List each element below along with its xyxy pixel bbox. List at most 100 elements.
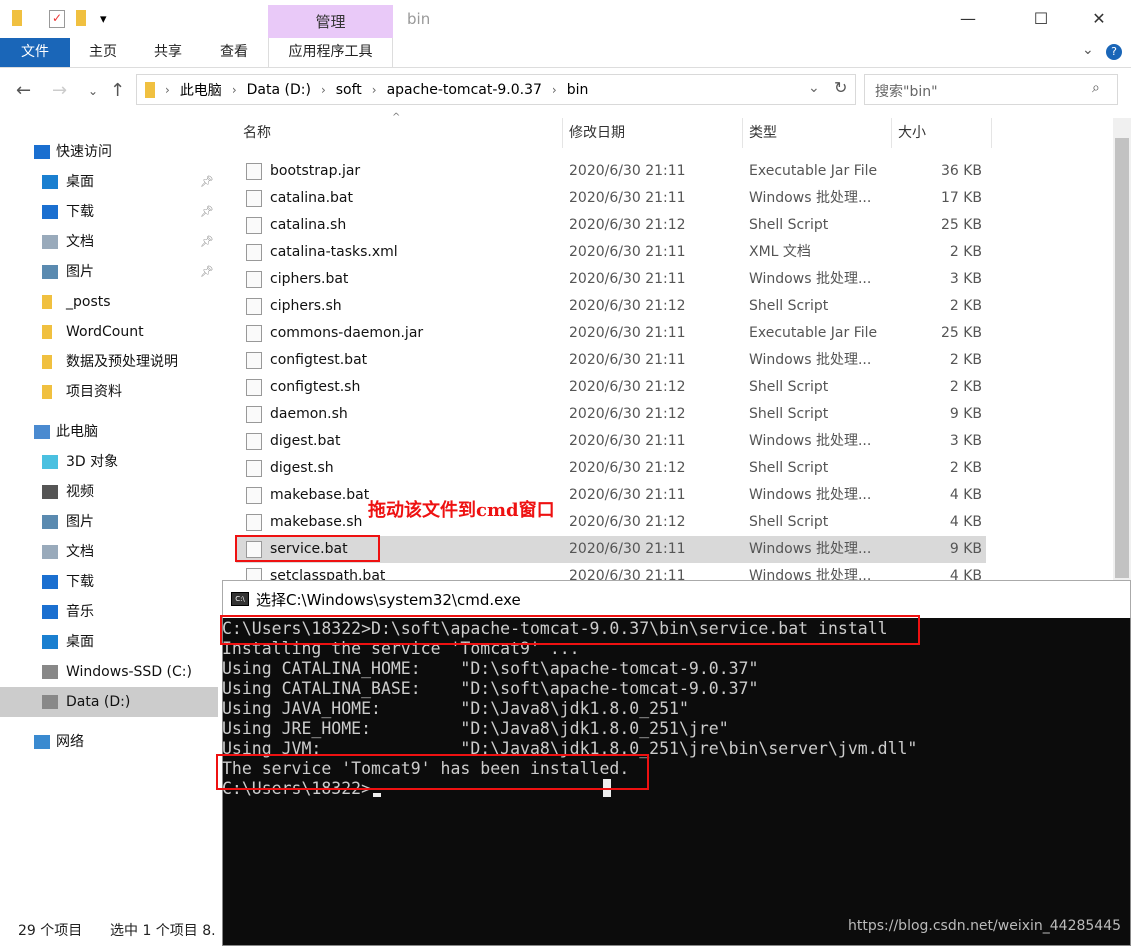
sidebar-item[interactable]: 文档 (0, 537, 218, 567)
recent-locations-icon[interactable]: ⌄ (88, 84, 98, 98)
sidebar-item-label: 此电脑 (56, 424, 98, 440)
tab-application-tools[interactable]: 应用程序工具 (268, 38, 393, 67)
document-icon (42, 235, 58, 249)
file-date: 2020/6/30 21:12 (569, 406, 686, 422)
back-icon[interactable]: ← (16, 80, 31, 101)
tab-file[interactable]: 文件 (0, 38, 70, 67)
file-size: 3 KB (949, 433, 982, 449)
column-header-date[interactable]: 修改日期 (569, 118, 625, 148)
sidebar-item[interactable]: 桌面 (0, 627, 218, 657)
sidebar-item[interactable]: 文档 📌︎ (0, 227, 218, 257)
file-name: digest.bat (270, 433, 341, 449)
maximize-button[interactable]: ☐ (1018, 6, 1064, 32)
sidebar-item-label: 图片 (66, 514, 94, 530)
file-row[interactable]: daemon.sh 2020/6/30 21:12 Shell Script 9 KB (236, 401, 986, 428)
file-row[interactable]: makebase.bat 2020/6/30 21:11 Windows 批处理..… (236, 482, 986, 509)
file-row[interactable]: ciphers.bat 2020/6/30 21:11 Windows 批处理...… (236, 266, 986, 293)
tab-view[interactable]: 查看 (206, 38, 262, 67)
file-size: 25 KB (940, 325, 982, 341)
sidebar-item[interactable]: 数据及预处理说明 (0, 347, 218, 377)
ribbon-expand-icon[interactable]: ⌄ (1082, 42, 1094, 58)
file-icon (246, 487, 262, 504)
search-input[interactable]: 搜索"bin" (864, 74, 1118, 105)
breadcrumb-item[interactable]: apache-tomcat-9.0.37 (387, 82, 542, 98)
tab-share[interactable]: 共享 (140, 38, 196, 67)
console-line: Using CATALINA_BASE: "D:\soft\apache-tom… (222, 679, 759, 698)
customize-toolbar-icon[interactable]: ▾ (100, 12, 107, 32)
file-type: Shell Script (749, 460, 829, 476)
context-tab-manage[interactable]: 管理 (268, 5, 393, 38)
sidebar-item[interactable]: _posts (0, 287, 218, 317)
search-icon: ⌕ (1092, 80, 1100, 96)
breadcrumb-item[interactable]: Data (D:) (247, 82, 311, 98)
file-row[interactable]: catalina-tasks.xml 2020/6/30 21:11 XML 文档 2… (236, 239, 986, 266)
file-name: makebase.sh (270, 514, 363, 530)
forward-icon[interactable]: → (52, 80, 67, 101)
file-row[interactable]: catalina.sh 2020/6/30 21:12 Shell Script 25… (236, 212, 986, 239)
column-divider[interactable] (891, 118, 892, 148)
tab-home[interactable]: 主页 (76, 38, 130, 67)
close-button[interactable]: ✕ (1076, 6, 1122, 32)
sidebar-item[interactable]: 图片 (0, 507, 218, 537)
sidebar-item[interactable]: 视频 (0, 477, 218, 507)
chevron-right-icon: › (231, 82, 237, 97)
sidebar-item[interactable]: 此电脑 (0, 417, 218, 447)
file-size: 2 KB (949, 379, 982, 395)
file-row[interactable]: digest.sh 2020/6/30 21:12 Shell Script 2 KB (236, 455, 986, 482)
breadcrumb-item[interactable]: 此电脑 (180, 80, 222, 100)
refresh-icon[interactable]: ↻ (834, 78, 847, 97)
column-divider[interactable] (742, 118, 743, 148)
address-bar[interactable]: › 此电脑 › Data (D:) › soft › apache-tomcat-9.… (136, 74, 856, 105)
help-icon[interactable]: ? (1106, 44, 1122, 60)
sidebar-item-label: 项目资料 (66, 384, 122, 400)
sidebar-item[interactable]: 项目资料 (0, 377, 218, 407)
file-row[interactable]: digest.bat 2020/6/30 21:11 Windows 批处理... 3… (236, 428, 986, 455)
column-divider[interactable] (562, 118, 563, 148)
file-row[interactable]: commons-daemon.jar 2020/6/30 21:11 Executa… (236, 320, 986, 347)
pin-icon[interactable]: 📌︎ (200, 227, 214, 257)
file-row[interactable]: configtest.sh 2020/6/30 21:12 Shell Script… (236, 374, 986, 401)
column-header-size[interactable]: 大小 (898, 118, 926, 148)
file-type: Shell Script (749, 514, 829, 530)
file-name: digest.sh (270, 460, 334, 476)
sidebar-item[interactable]: Data (D:) (0, 687, 218, 717)
file-size: 36 KB (940, 163, 982, 179)
sidebar-item-label: WordCount (66, 324, 144, 340)
file-row[interactable]: ciphers.sh 2020/6/30 21:12 Shell Script 2 K… (236, 293, 986, 320)
sidebar-item[interactable]: 下载 (0, 567, 218, 597)
column-header-type[interactable]: 类型 (749, 118, 777, 148)
sidebar-item[interactable]: 桌面 📌︎ (0, 167, 218, 197)
sidebar-item[interactable]: Windows-SSD (C:) (0, 657, 218, 687)
console-line: Using CATALINA_HOME: "D:\soft\apache-tom… (222, 659, 759, 678)
new-folder-icon[interactable] (76, 10, 86, 26)
breadcrumb-item[interactable]: soft (336, 82, 362, 98)
column-header-name[interactable]: 名称 (243, 118, 271, 148)
sidebar-item-label: Data (D:) (66, 694, 131, 710)
minimize-button[interactable]: — (945, 6, 991, 32)
file-row[interactable]: configtest.bat 2020/6/30 21:11 Windows 批处理… (236, 347, 986, 374)
pin-icon[interactable]: 📌︎ (200, 167, 214, 197)
up-icon[interactable]: ↑ (110, 80, 125, 101)
file-row[interactable]: bootstrap.jar 2020/6/30 21:11 Executable J… (236, 158, 986, 185)
file-icon (246, 325, 262, 342)
sidebar-item[interactable]: 3D 对象 (0, 447, 218, 477)
sidebar-item[interactable]: 快速访问 (0, 137, 218, 167)
sidebar-item[interactable]: 图片 📌︎ (0, 257, 218, 287)
file-icon (246, 163, 262, 180)
properties-icon[interactable]: ✓ (49, 10, 65, 28)
sidebar-item[interactable]: WordCount (0, 317, 218, 347)
sidebar-item[interactable]: 网络 (0, 727, 218, 757)
sidebar-item[interactable]: 下载 📌︎ (0, 197, 218, 227)
address-dropdown-icon[interactable]: ⌄ (808, 80, 820, 96)
scrollbar-thumb[interactable] (1115, 138, 1129, 578)
sidebar-item[interactable]: 音乐 (0, 597, 218, 627)
file-row[interactable]: makebase.sh 2020/6/30 21:12 Shell Script 4 … (236, 509, 986, 536)
file-row[interactable]: catalina.bat 2020/6/30 21:11 Windows 批处理..… (236, 185, 986, 212)
file-icon (246, 379, 262, 396)
status-item-count: 29 个项目 (18, 923, 83, 939)
sidebar-item-label: _posts (66, 294, 111, 310)
pin-icon[interactable]: 📌︎ (200, 197, 214, 227)
column-divider[interactable] (991, 118, 992, 148)
pin-icon[interactable]: 📌︎ (200, 257, 214, 287)
breadcrumb-item[interactable]: bin (567, 82, 589, 98)
